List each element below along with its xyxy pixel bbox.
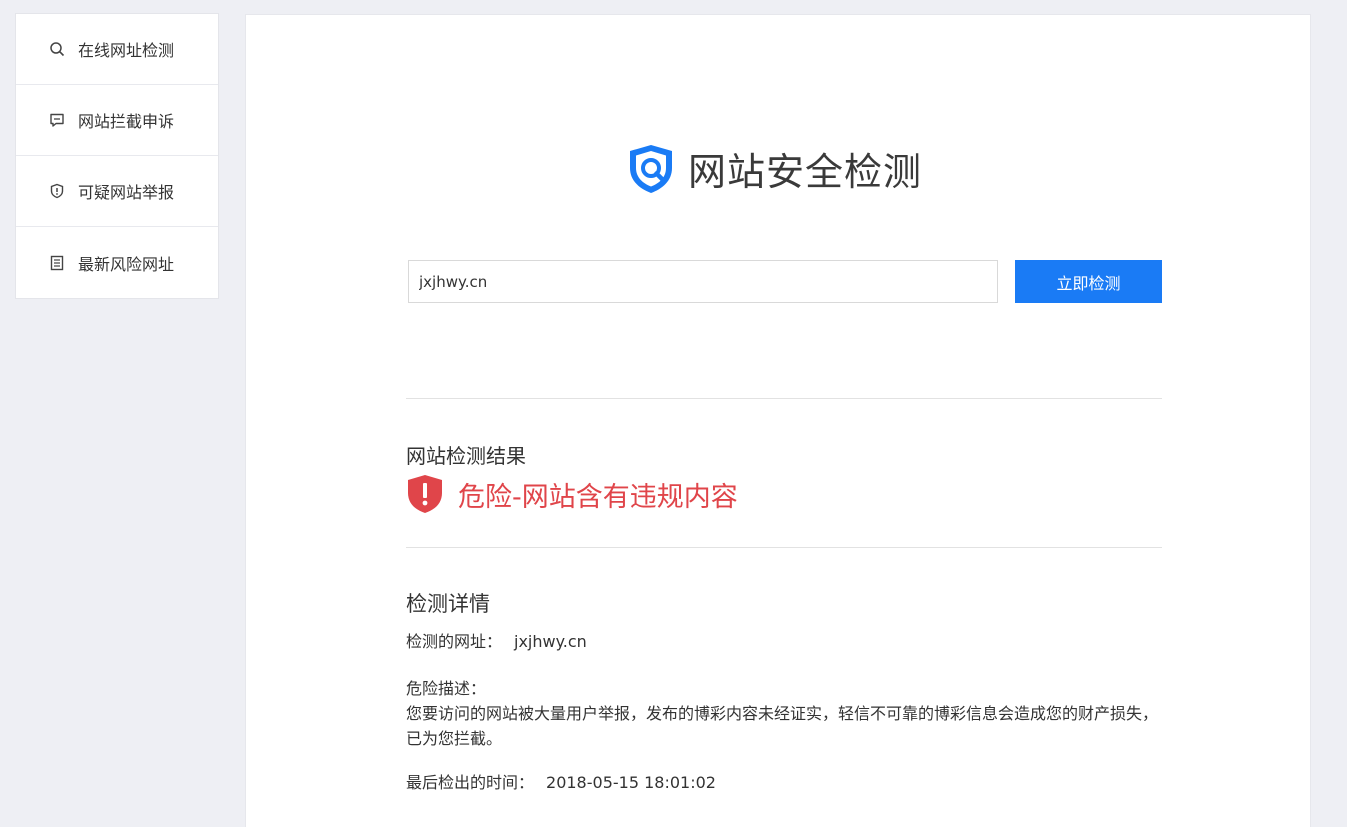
- shield-search-icon: [630, 144, 672, 193]
- last-detected-label: 最后检出的时间：: [406, 773, 535, 792]
- last-detected-row: 最后检出的时间： 2018-05-15 18:01:02: [406, 770, 1166, 795]
- sidebar-item-url-check[interactable]: 在线网址检测: [16, 14, 218, 85]
- details-heading: 检测详情: [406, 592, 490, 616]
- danger-description: 危险描述： 您要访问的网站被大量用户举报，发布的博彩内容未经证实，轻信不可靠的博…: [406, 676, 1166, 751]
- document-list-icon: [48, 254, 66, 272]
- shield-alert-icon: [48, 182, 66, 200]
- danger-description-label: 危险描述：: [406, 679, 487, 698]
- danger-description-text: 您要访问的网站被大量用户举报，发布的博彩内容未经证实，轻信不可靠的博彩信息会造成…: [406, 704, 1159, 748]
- checked-url-value: jxjhwy.cn: [514, 632, 587, 651]
- sidebar-item-appeal[interactable]: 网站拦截申诉: [16, 85, 218, 156]
- check-now-button[interactable]: 立即检测: [1015, 260, 1162, 303]
- sidebar-item-label: 网站拦截申诉: [78, 112, 175, 131]
- page-title: 网站安全检测: [688, 150, 923, 194]
- checked-url-row: 检测的网址： jxjhwy.cn: [406, 629, 1166, 654]
- last-detected-value: 2018-05-15 18:01:02: [546, 773, 716, 792]
- search-icon: [48, 40, 66, 58]
- sidebar-item-label: 最新风险网址: [78, 254, 175, 274]
- danger-status-text: 危险-网站含有违规内容: [458, 481, 738, 513]
- danger-status: 危险-网站含有违规内容: [406, 474, 738, 514]
- page-logo: 网站安全检测: [624, 141, 922, 196]
- sidebar-item-latest-risk[interactable]: 最新风险网址: [16, 227, 218, 298]
- main-panel: 网站安全检测 立即检测 网站检测结果 危险-网站含有违规内容 检测详情 检测的网…: [245, 14, 1311, 827]
- checked-url-label: 检测的网址：: [406, 632, 503, 651]
- sidebar-item-report[interactable]: 可疑网站举报: [16, 156, 218, 227]
- danger-shield-icon: [408, 475, 442, 513]
- sidebar-nav: 在线网址检测 网站拦截申诉 可疑网站举报 最新风险网址: [15, 13, 219, 299]
- divider: [406, 547, 1162, 548]
- divider: [406, 398, 1162, 399]
- result-heading: 网站检测结果: [406, 444, 526, 468]
- chat-icon: [48, 111, 66, 129]
- url-input[interactable]: [408, 260, 998, 303]
- sidebar-item-label: 可疑网站举报: [78, 183, 175, 202]
- sidebar-item-label: 在线网址检测: [78, 41, 175, 60]
